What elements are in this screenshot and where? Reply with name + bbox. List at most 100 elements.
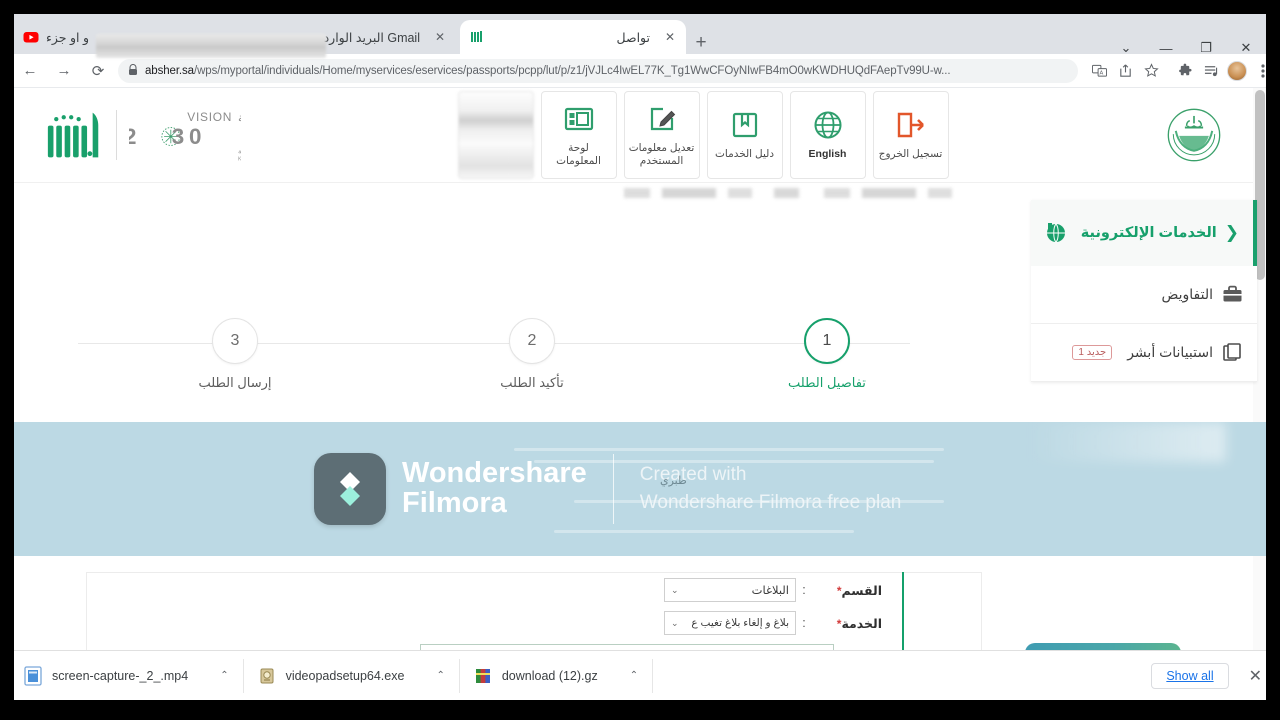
dashboard-icon bbox=[564, 102, 594, 136]
sidebar-card: ❮ الخدمات الإلكترونية التفاويض استبيانات… bbox=[1031, 200, 1257, 382]
extensions-icon[interactable] bbox=[1172, 58, 1198, 84]
header-tool-label: تعديل معلومات المستخدم bbox=[628, 141, 695, 167]
url-text: absher.sa/wps/myportal/individuals/Home/… bbox=[145, 65, 950, 77]
site-header: تسجيل الخروج English دليل الخدمات تعديل … bbox=[14, 88, 1253, 183]
header-tool-label: لوحة المعلومات bbox=[556, 141, 601, 167]
chevron-down-icon: ⌄ bbox=[671, 617, 679, 628]
watermark-caption: Created with Wondershare Filmora free pl… bbox=[640, 461, 902, 518]
form-label-service: الخدمة* bbox=[836, 616, 882, 631]
step-1[interactable]: 1 تفاصيل الطلب bbox=[757, 318, 897, 391]
sidebar-item-label: استبيانات أبشر bbox=[1127, 344, 1213, 360]
form-accent-divider bbox=[902, 572, 904, 650]
letterbox-top bbox=[0, 0, 1280, 14]
svg-text:A: A bbox=[1099, 71, 1103, 77]
logout-icon bbox=[896, 108, 926, 142]
letterbox-left bbox=[0, 0, 14, 720]
back-button[interactable]: ← bbox=[16, 57, 44, 85]
svg-text:3: 3 bbox=[172, 124, 184, 149]
download-file-name: screen-capture-_2_.mp4 bbox=[52, 668, 189, 683]
form-row-section: القسم* : البلاغات ⌄ bbox=[664, 578, 882, 602]
edit-user-icon bbox=[648, 102, 676, 136]
step-number: 3 bbox=[212, 318, 258, 364]
chevron-down-icon: ⌄ bbox=[671, 584, 679, 595]
downloads-bar: screen-capture-_2_.mp4 ⌃ videopadsetup64… bbox=[0, 650, 1280, 700]
download-file-name: download (12).gz bbox=[501, 668, 598, 683]
svg-text:المملكة العربية السعودية: المملكة العربية السعودية bbox=[238, 148, 241, 156]
chevron-up-icon[interactable]: ⌃ bbox=[436, 670, 444, 681]
briefcase-icon bbox=[1222, 284, 1243, 305]
step-label: إرسال الطلب bbox=[198, 375, 272, 390]
url-host: absher.sa bbox=[145, 64, 194, 77]
browser-tab-title: تواصل bbox=[616, 30, 651, 45]
header-tool-label: دليل الخدمات bbox=[714, 148, 775, 161]
archive-file-icon bbox=[474, 666, 492, 686]
status-badge: جديد 1 bbox=[1072, 345, 1113, 360]
sidebar-item-eservices[interactable]: ❮ الخدمات الإلكترونية bbox=[1031, 200, 1257, 266]
browser-tab-tawasul[interactable]: تواصل ✕ bbox=[460, 20, 686, 54]
new-tab-button[interactable]: + bbox=[688, 30, 714, 56]
svg-text:KINGDOM OF SAUDI ARABIA: KINGDOM OF SAUDI ARABIA bbox=[238, 156, 241, 162]
chat-prompt-bubble[interactable]: عندك سؤال ؟ اسألني bbox=[1025, 643, 1181, 650]
sidebar-item-surveys[interactable]: استبيانات أبشر جديد 1 bbox=[1031, 324, 1257, 382]
header-tool-obscured[interactable] bbox=[457, 91, 534, 179]
youtube-icon bbox=[23, 29, 39, 45]
service-select-value: بلاغ و إلغاء بلاغ تغيب ع bbox=[691, 617, 789, 629]
downloads-bar-actions: Show all ✕ bbox=[1151, 662, 1270, 689]
brand-line-2: Filmora bbox=[402, 487, 507, 519]
download-item[interactable]: download (12).gz ⌃ bbox=[460, 658, 654, 693]
reading-list-icon[interactable] bbox=[1198, 58, 1224, 84]
address-bar[interactable]: absher.sa/wps/myportal/individuals/Home/… bbox=[118, 58, 1078, 83]
step-3[interactable]: 3 إرسال الطلب bbox=[165, 318, 305, 391]
step-label: تفاصيل الطلب bbox=[788, 375, 866, 390]
step-2[interactable]: 2 تأكيد الطلب bbox=[462, 318, 602, 391]
lock-icon bbox=[128, 63, 138, 78]
service-select[interactable]: بلاغ و إلغاء بلاغ تغيب ع ⌄ bbox=[664, 611, 796, 635]
screen-root: و او جزء البريد الوارد Gmail ✕ تواصل ✕ +… bbox=[0, 0, 1280, 720]
watermark-arabic-fragment: طبري bbox=[660, 475, 687, 487]
sidebar-item-delegations[interactable]: التفاويض bbox=[1031, 266, 1257, 324]
header-tool-services-guide[interactable]: دليل الخدمات bbox=[706, 91, 783, 179]
share-icon[interactable] bbox=[1112, 58, 1138, 84]
right-sidebar: ❮ الخدمات الإلكترونية التفاويض استبيانات… bbox=[1031, 200, 1257, 382]
download-file-name: videopadsetup64.exe bbox=[285, 668, 405, 683]
tab-close-icon[interactable]: ✕ bbox=[433, 30, 447, 44]
sidebar-item-label: الخدمات الإلكترونية bbox=[1080, 225, 1217, 241]
form-colon: : bbox=[802, 583, 806, 597]
documents-icon bbox=[1222, 342, 1243, 363]
step-number: 1 bbox=[804, 318, 850, 364]
header-tool-label: English bbox=[808, 148, 847, 161]
step-label: تأكيد الطلب bbox=[500, 375, 564, 390]
chevron-up-icon[interactable]: ⌃ bbox=[630, 670, 638, 681]
header-tool-dashboard[interactable]: لوحة المعلومات bbox=[540, 91, 617, 179]
profile-avatar[interactable] bbox=[1224, 58, 1250, 84]
section-select[interactable]: البلاغات ⌄ bbox=[664, 578, 796, 602]
form-label-section: القسم* bbox=[836, 583, 882, 598]
reload-button[interactable]: ⟳ bbox=[84, 57, 112, 85]
svg-text:رؤيــة: رؤيــة bbox=[238, 112, 241, 126]
chevron-up-icon[interactable]: ⌃ bbox=[220, 670, 228, 681]
header-tool-english[interactable]: English bbox=[789, 91, 866, 179]
breadcrumb bbox=[624, 188, 954, 198]
show-all-downloads-button[interactable]: Show all bbox=[1151, 662, 1229, 689]
header-tool-edit-user-info[interactable]: تعديل معلومات المستخدم bbox=[623, 91, 700, 179]
form-colon: : bbox=[802, 616, 806, 630]
vision-2030-logo: VISION رؤيــة 2 3 0 المملكة العربية السع… bbox=[124, 106, 310, 164]
section-select-value: البلاغات bbox=[751, 585, 789, 597]
letterbox-right bbox=[1266, 0, 1280, 720]
chevron-left-icon[interactable]: ❮ bbox=[1225, 223, 1239, 243]
watermark-content: Wondershare Filmora Created with Wonders… bbox=[14, 422, 1266, 556]
download-item[interactable]: videopadsetup64.exe ⌃ bbox=[244, 658, 460, 693]
download-item[interactable]: screen-capture-_2_.mp4 ⌃ bbox=[10, 658, 244, 693]
brand-line-1: Wondershare bbox=[402, 457, 587, 490]
globe-icon bbox=[813, 108, 843, 142]
tab-close-icon[interactable]: ✕ bbox=[663, 30, 677, 44]
header-tool-logout[interactable]: تسجيل الخروج bbox=[872, 91, 949, 179]
browser-tab-strip: و او جزء البريد الوارد Gmail ✕ تواصل ✕ +… bbox=[0, 14, 1280, 58]
bookmark-star-icon[interactable] bbox=[1138, 58, 1164, 84]
forward-button[interactable]: → bbox=[50, 57, 78, 85]
browser-omnibox-bar: ← → ⟳ absher.sa/wps/myportal/individuals… bbox=[0, 54, 1280, 88]
filmora-brand-name: Wondershare Filmora bbox=[402, 457, 587, 519]
header-tools: تسجيل الخروج English دليل الخدمات تعديل … bbox=[457, 91, 949, 179]
translate-icon[interactable]: A bbox=[1086, 58, 1112, 84]
filmora-logo bbox=[314, 453, 386, 525]
